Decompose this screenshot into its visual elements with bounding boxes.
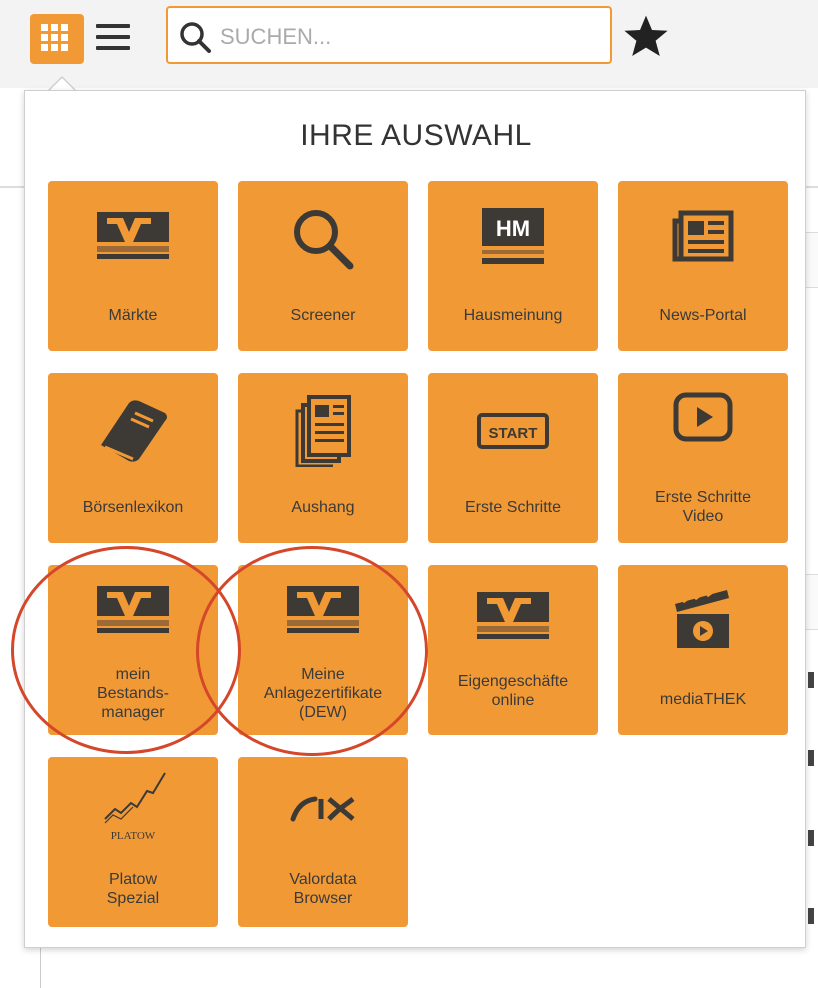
vr-logo-icon — [287, 586, 359, 633]
tile-meine-anlagezertifikate[interactable]: Meine Anlagezertifikate (DEW) — [238, 565, 408, 735]
platow-logo-icon: PLATOW — [104, 772, 166, 842]
popup-title: IHRE AUSWAHL — [300, 119, 532, 152]
tile-label: News-Portal — [659, 306, 747, 324]
background-row-fragment — [808, 830, 814, 846]
menu-icon[interactable] — [96, 24, 130, 50]
tile-screener[interactable]: Screener — [238, 181, 408, 351]
tile-aushang[interactable]: Aushang — [238, 373, 408, 543]
tile-eigengeschaefte-online[interactable]: Eigengeschäfte online — [428, 565, 598, 735]
tile-news-portal[interactable]: News-Portal — [618, 181, 788, 351]
tile-platow-spezial[interactable]: PLATOW Platow Spezial — [48, 757, 218, 927]
top-toolbar — [0, 0, 818, 88]
page-divider — [806, 186, 818, 188]
tile-label: Erste Schritte — [464, 498, 562, 516]
background-row-fragment — [808, 908, 814, 924]
vr-logo-icon — [477, 592, 549, 639]
tile-erste-schritte-video[interactable]: Erste Schritte Video — [618, 373, 788, 543]
app-grid-button[interactable] — [30, 14, 84, 64]
background-row-fragment — [808, 672, 814, 688]
search-input[interactable] — [220, 22, 590, 52]
tile-label: Screener — [290, 306, 356, 324]
page-divider — [0, 186, 24, 188]
tile-valordata-browser[interactable]: Valordata Browser — [238, 757, 408, 927]
svg-text:START: START — [489, 425, 538, 442]
search-icon — [180, 22, 211, 53]
play-icon — [673, 392, 733, 442]
tile-label: Hausmeinung — [463, 306, 563, 324]
tile-label: Erste Schritte Video — [654, 489, 752, 525]
vr-logo-icon — [97, 586, 169, 633]
book-icon — [101, 400, 167, 462]
tile-boersenlexikon[interactable]: Börsenlexikon — [48, 373, 218, 543]
magnifier-icon — [294, 210, 354, 270]
hm-logo-icon: HM — [482, 208, 544, 264]
background-panel-fragment — [806, 574, 818, 630]
search-box — [166, 6, 612, 64]
tile-label: mein Bestands- manager — [96, 665, 170, 721]
tile-mediathek[interactable]: mediaTHEK — [618, 565, 788, 735]
selection-popup: IHRE AUSWAHL Märkte Screener HM Hausmein… — [24, 90, 806, 948]
tile-label: Märkte — [108, 306, 158, 324]
star-icon[interactable] — [622, 14, 670, 58]
tile-label: Börsenlexikon — [82, 498, 184, 516]
clapperboard-icon — [675, 588, 729, 648]
background-panel-fragment — [806, 232, 818, 288]
start-icon: START — [477, 413, 549, 449]
tile-maerkte[interactable]: Märkte — [48, 181, 218, 351]
newspaper-icon — [672, 210, 734, 262]
tile-mein-bestandsmanager[interactable]: mein Bestands- manager — [48, 565, 218, 735]
tile-hausmeinung[interactable]: HM Hausmeinung — [428, 181, 598, 351]
svg-text:HM: HM — [496, 216, 530, 241]
tile-erste-schritte[interactable]: START Erste Schritte — [428, 373, 598, 543]
tile-label: Platow Spezial — [106, 871, 160, 907]
tile-label: Meine Anlagezertifikate (DEW) — [263, 665, 383, 721]
tile-label: Valordata Browser — [289, 871, 357, 907]
tile-label: Eigengeschäfte online — [457, 673, 569, 709]
tile-label: mediaTHEK — [659, 690, 747, 708]
svg-text:PLATOW: PLATOW — [111, 830, 156, 842]
page-border — [40, 948, 41, 988]
six-logo-icon — [290, 796, 355, 822]
background-row-fragment — [808, 750, 814, 766]
document-icon — [295, 395, 351, 467]
vr-logo-icon — [97, 212, 169, 259]
tile-label: Aushang — [291, 498, 355, 516]
